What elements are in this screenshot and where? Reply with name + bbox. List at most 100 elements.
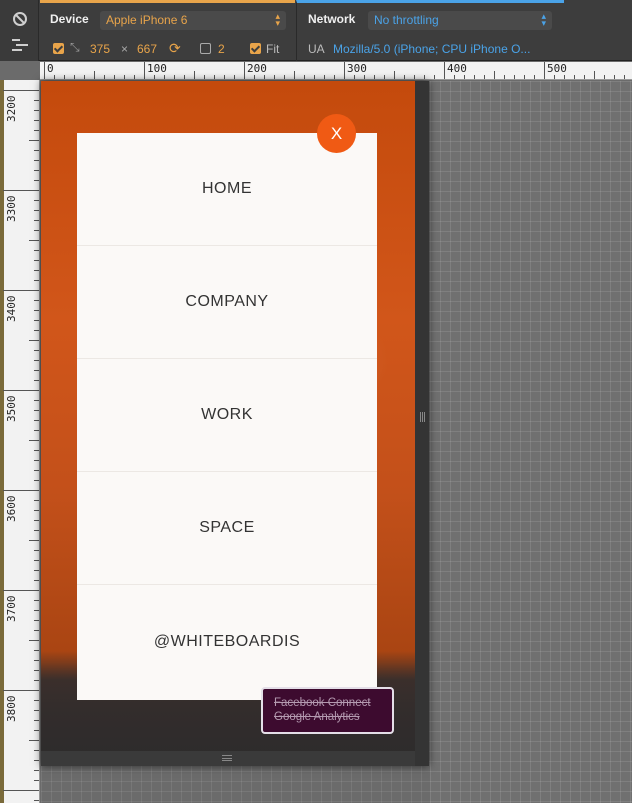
ruler-tick xyxy=(34,300,39,301)
ruler-tick xyxy=(29,640,39,641)
ruler-tick xyxy=(524,75,525,79)
ruler-tick xyxy=(284,75,285,79)
ruler-tick xyxy=(544,62,545,79)
height-resize-handle[interactable] xyxy=(41,751,415,766)
ruler-tick xyxy=(374,75,375,79)
ruler-tick xyxy=(454,75,455,79)
ruler-tick xyxy=(34,200,39,201)
ruler-tick xyxy=(34,260,39,261)
ruler-tick xyxy=(34,460,39,461)
panel-toggle-icon[interactable] xyxy=(12,39,28,51)
device-select[interactable]: Apple iPhone 6 ▴ ▾ xyxy=(100,11,286,30)
fit-checkbox[interactable] xyxy=(250,43,261,54)
ruler-tick xyxy=(34,350,39,351)
ruler-tick xyxy=(34,620,39,621)
block-icon[interactable] xyxy=(13,12,27,26)
badge-line-facebook: Facebook Connect xyxy=(274,697,371,709)
ruler-tick xyxy=(474,75,475,79)
nav-item-space[interactable]: SPACE xyxy=(77,472,377,585)
ruler-tick xyxy=(34,630,39,631)
ruler-tick xyxy=(29,340,39,341)
width-resize-handle[interactable] xyxy=(415,81,429,766)
ruler-tick xyxy=(434,75,435,79)
ruler-tick xyxy=(34,110,39,111)
select-arrows-icon: ▴ ▾ xyxy=(541,11,546,28)
ruler-tick xyxy=(34,650,39,651)
ruler-tick xyxy=(614,75,615,79)
close-menu-button[interactable]: X xyxy=(317,114,356,153)
select-arrows-icon: ▴ ▾ xyxy=(275,11,280,28)
ruler-tick xyxy=(34,480,39,481)
ruler-tick xyxy=(34,450,39,451)
rotate-icon[interactable]: ⟳ xyxy=(169,41,181,55)
device-frame: HOME COMPANY WORK SPACE @WHITEBOARDIS X xyxy=(41,81,429,766)
ruler-tick xyxy=(54,75,55,79)
ruler-tick xyxy=(144,62,145,79)
ruler-label: 3800 xyxy=(5,695,18,723)
ruler-tick xyxy=(34,380,39,381)
ruler-tick xyxy=(184,75,185,79)
ruler-tick xyxy=(424,75,425,79)
ruler-tick xyxy=(134,75,135,79)
ruler-tick xyxy=(484,75,485,79)
nav-item-whiteboardis[interactable]: @WHITEBOARDIS xyxy=(77,585,377,698)
ruler-tick xyxy=(44,62,45,79)
ruler-tick xyxy=(34,800,39,801)
height-input[interactable]: 667 xyxy=(137,42,157,56)
ruler-tick xyxy=(174,75,175,79)
ruler-tick xyxy=(29,740,39,741)
width-input[interactable]: 375 xyxy=(90,42,110,56)
ruler-tick xyxy=(34,120,39,121)
device-section: Device Apple iPhone 6 ▴ ▾ ⤡ 375 × 667 ⟳ 2… xyxy=(40,0,295,61)
ruler-label: 3700 xyxy=(5,595,18,623)
ruler-tick xyxy=(34,770,39,771)
ruler-tick xyxy=(34,370,39,371)
ruler-tick xyxy=(34,400,39,401)
ruler-tick xyxy=(274,75,275,79)
ruler-tick xyxy=(94,71,95,79)
ruler-tick xyxy=(29,240,39,241)
dimensions-checkbox[interactable] xyxy=(53,43,64,54)
horizontal-ruler: 0 100 200 300 400 500 xyxy=(40,62,632,80)
vertical-ruler: 3200 3300 3400 3500 3600 3700 3800 xyxy=(0,80,40,803)
ruler-tick xyxy=(404,75,405,79)
ruler-tick xyxy=(34,660,39,661)
ruler-tick xyxy=(64,75,65,79)
ruler-tick xyxy=(3,90,39,91)
ruler-tick xyxy=(3,390,39,391)
ruler-tick xyxy=(34,760,39,761)
ruler-tick xyxy=(3,490,39,491)
ruler-tick xyxy=(444,62,445,79)
ruler-tick xyxy=(224,75,225,79)
nav-item-company[interactable]: COMPANY xyxy=(77,246,377,359)
ruler-tick xyxy=(34,360,39,361)
ruler-tick xyxy=(194,71,195,79)
ruler-tick xyxy=(3,590,39,591)
ruler-tick xyxy=(34,720,39,721)
ruler-label: 3600 xyxy=(5,495,18,523)
ruler-label: 3200 xyxy=(5,95,18,123)
toolbar-left-strip xyxy=(0,0,39,61)
ruler-tick xyxy=(594,71,595,79)
ruler-tick xyxy=(244,62,245,79)
ruler-tick xyxy=(354,75,355,79)
ruler-tick xyxy=(34,420,39,421)
ruler-tick xyxy=(34,150,39,151)
ruler-tick xyxy=(304,75,305,79)
user-agent-input[interactable]: Mozilla/5.0 (iPhone; CPU iPhone O... xyxy=(333,42,530,56)
ruler-label: 300 xyxy=(347,62,367,75)
ruler-tick xyxy=(314,75,315,79)
dpr-input[interactable]: 2 xyxy=(218,42,225,56)
ruler-tick xyxy=(3,790,39,791)
ruler-label: 400 xyxy=(447,62,467,75)
ruler-tick xyxy=(34,500,39,501)
ruler-tick xyxy=(504,75,505,79)
nav-item-work[interactable]: WORK xyxy=(77,359,377,472)
ruler-tick xyxy=(34,530,39,531)
ruler-tick xyxy=(34,170,39,171)
canvas-grid-area xyxy=(430,81,632,803)
ruler-tick xyxy=(34,310,39,311)
tracking-badge: Facebook Connect Google Analytics xyxy=(261,687,394,734)
throttling-select[interactable]: No throttling ▴ ▾ xyxy=(368,11,552,30)
ruler-tick xyxy=(584,75,585,79)
